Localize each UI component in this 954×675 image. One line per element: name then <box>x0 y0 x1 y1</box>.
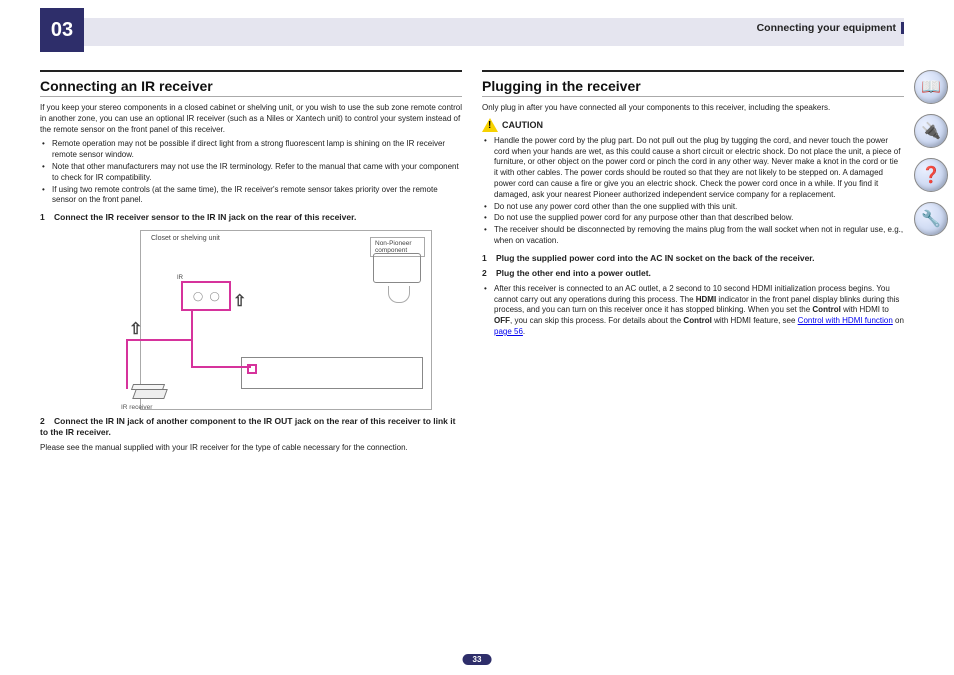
figure-wire <box>191 311 193 366</box>
arrow-icon: ⇧ <box>129 319 142 339</box>
list-item: Do not use any power cord other than the… <box>494 202 904 213</box>
right-column: Plugging in the receiver Only plug in af… <box>482 70 904 625</box>
figure-wire <box>126 339 191 341</box>
figure-ir-receiver-label: IR receiver <box>121 404 152 411</box>
book-icon[interactable]: 📖 <box>914 70 948 104</box>
left-step-1: 1Connect the IR receiver sensor to the I… <box>40 212 462 223</box>
right-step-2: 2Plug the other end into a power outlet. <box>482 268 904 279</box>
list-item: The receiver should be disconnected by r… <box>494 225 904 247</box>
figure-closet-label: Closet or shelving unit <box>151 235 220 242</box>
list-item: Note that other manufacturers may not us… <box>52 162 462 184</box>
right-note-list: After this receiver is connected to an A… <box>482 284 904 338</box>
divider <box>40 70 462 72</box>
device-icon[interactable]: 🔌 <box>914 114 948 148</box>
right-intro: Only plug in after you have connected al… <box>482 103 904 114</box>
list-item: Do not use the supplied power cord for a… <box>494 213 904 224</box>
divider <box>40 96 462 97</box>
chapter-number-badge: 03 <box>40 8 84 52</box>
divider <box>482 70 904 72</box>
right-step-1: 1Plug the supplied power cord into the A… <box>482 253 904 264</box>
left-bullets: Remote operation may not be possible if … <box>40 139 462 206</box>
right-bullets: Handle the power cord by the plug part. … <box>482 136 904 247</box>
list-item: After this receiver is connected to an A… <box>494 284 904 338</box>
list-item: If using two remote controls (at the sam… <box>52 185 462 207</box>
left-note: Please see the manual supplied with your… <box>40 443 462 454</box>
list-item: Handle the power cord by the plug part. … <box>494 136 904 201</box>
help-icon[interactable]: ❓ <box>914 158 948 192</box>
list-item: Remote operation may not be possible if … <box>52 139 462 161</box>
divider <box>482 96 904 97</box>
breadcrumb: Connecting your equipment <box>757 22 896 34</box>
figure-receiver-box <box>241 357 423 389</box>
right-heading: Plugging in the receiver <box>482 78 904 94</box>
left-step-2: 2Connect the IR IN jack of another compo… <box>40 416 462 439</box>
side-icon-bar: 📖 🔌 ❓ 🔧 <box>914 70 948 236</box>
connection-figure: Closet or shelving unit Non-Pioneer comp… <box>140 230 432 410</box>
tools-icon[interactable]: 🔧 <box>914 202 948 236</box>
link-page-56[interactable]: page 56 <box>494 327 523 336</box>
caution-label: CAUTION <box>502 120 543 130</box>
caution-row: CAUTION <box>482 118 904 132</box>
figure-ir-port: IR <box>181 281 231 311</box>
figure-ir-receiver <box>121 381 166 399</box>
link-control-hdmi[interactable]: Control with HDMI function <box>798 316 893 325</box>
caution-icon <box>482 118 498 132</box>
figure-nonpioneer-box <box>373 253 421 283</box>
arrow-icon: ⇧ <box>233 291 246 311</box>
left-intro: If you keep your stereo components in a … <box>40 103 462 135</box>
figure-wire <box>191 366 251 368</box>
left-column: Connecting an IR receiver If you keep yo… <box>40 70 462 625</box>
left-heading: Connecting an IR receiver <box>40 78 462 94</box>
page-number-badge: 33 <box>463 654 492 665</box>
